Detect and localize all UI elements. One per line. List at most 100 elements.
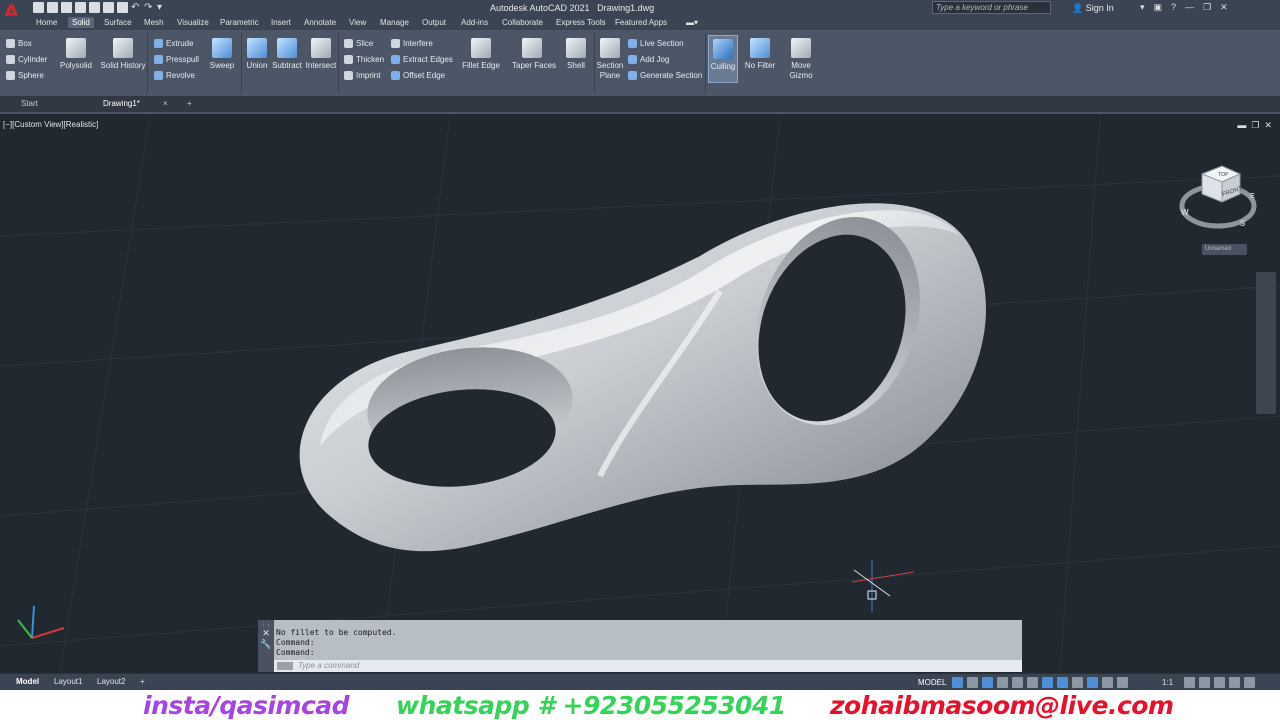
polysolid-button[interactable]: Polysolid <box>58 38 94 70</box>
viewport-controls-label[interactable]: [−][Custom View][Realistic] <box>3 120 98 129</box>
presspull-button[interactable]: Presspull <box>154 55 199 64</box>
tab-featured-apps[interactable]: Featured Apps <box>611 17 671 28</box>
undo-icon[interactable]: ↶ <box>131 2 141 13</box>
tab-layout2[interactable]: Layout2 <box>97 677 125 686</box>
live-section-button[interactable]: Live Section <box>628 39 684 48</box>
intersect-button[interactable]: Intersect <box>304 38 338 70</box>
tab-visualize[interactable]: Visualize <box>173 17 213 28</box>
customize-qat-icon[interactable]: ▾ <box>157 2 167 13</box>
culling-button[interactable]: Culling <box>708 35 738 83</box>
model-space-button[interactable]: MODEL <box>918 678 946 687</box>
new-tab-button[interactable]: + <box>187 99 192 108</box>
tab-insert[interactable]: Insert <box>267 17 295 28</box>
tab-layout1[interactable]: Layout1 <box>54 677 82 686</box>
close-command-line-icon[interactable]: ✕ <box>258 628 274 639</box>
annotation-scale[interactable]: 1:1 <box>1162 678 1173 687</box>
save-icon[interactable] <box>61 2 72 13</box>
clean-screen-icon[interactable] <box>1229 677 1240 688</box>
isolate-objects-icon[interactable] <box>1214 677 1225 688</box>
viewport-close-icon[interactable]: ✕ <box>1264 120 1272 131</box>
imprint-button[interactable]: Imprint <box>344 71 380 80</box>
ribbon-options-icon[interactable]: ▬▾ <box>682 17 702 28</box>
polar-icon[interactable] <box>997 677 1008 688</box>
sphere-button[interactable]: Sphere <box>6 71 44 80</box>
tab-start[interactable]: Start <box>21 99 38 108</box>
new-file-icon[interactable] <box>33 2 44 13</box>
osnap-tracking-icon[interactable] <box>1027 677 1038 688</box>
3d-osnap-icon[interactable] <box>1057 677 1068 688</box>
close-icon[interactable]: ✕ <box>1220 2 1228 13</box>
no-filter-button[interactable]: No Filter <box>743 38 777 70</box>
section-plane-button[interactable]: Section Plane <box>596 38 624 81</box>
close-tab-icon[interactable]: × <box>163 99 168 108</box>
tab-surface[interactable]: Surface <box>100 17 136 28</box>
tab-mesh[interactable]: Mesh <box>140 17 168 28</box>
compass-west[interactable]: W <box>1181 208 1189 217</box>
slice-button[interactable]: Slice <box>344 39 373 48</box>
tab-solid[interactable]: Solid <box>68 17 94 28</box>
restore-icon[interactable]: ❐ <box>1203 2 1211 13</box>
tab-express-tools[interactable]: Express Tools <box>552 17 610 28</box>
tab-output[interactable]: Output <box>418 17 450 28</box>
grid-icon[interactable] <box>952 677 963 688</box>
tab-annotate[interactable]: Annotate <box>300 17 340 28</box>
minimize-icon[interactable]: — <box>1185 2 1194 13</box>
revolve-button[interactable]: Revolve <box>154 71 195 80</box>
osnap-icon[interactable] <box>1042 677 1053 688</box>
solid-history-button[interactable]: Solid History <box>98 38 148 70</box>
tab-drawing1[interactable]: Drawing1* <box>103 99 140 108</box>
add-layout-button[interactable]: + <box>140 677 145 686</box>
shell-button[interactable]: Shell <box>562 38 590 70</box>
tab-model[interactable]: Model <box>16 677 39 686</box>
help-icon[interactable]: ? <box>1171 2 1176 13</box>
viewcube-top-face[interactable]: TOP <box>1218 172 1229 178</box>
save-web-icon[interactable] <box>103 2 114 13</box>
dynamic-ucs-icon[interactable] <box>1072 677 1083 688</box>
isodraft-icon[interactable] <box>1012 677 1023 688</box>
add-jog-button[interactable]: Add Jog <box>628 55 669 64</box>
redo-icon[interactable]: ↷ <box>144 2 154 13</box>
customize-wrench-icon[interactable]: 🔧 <box>258 639 274 650</box>
annotation-visibility-icon[interactable] <box>1117 677 1128 688</box>
fillet-edge-button[interactable]: Fillet Edge <box>461 38 501 70</box>
viewcube[interactable]: TOP FRONT W S E <box>1178 160 1258 240</box>
tab-manage[interactable]: Manage <box>376 17 413 28</box>
tab-home[interactable]: Home <box>32 17 61 28</box>
open-web-icon[interactable] <box>89 2 100 13</box>
interfere-button[interactable]: Interfere <box>391 39 433 48</box>
box-button[interactable]: Box <box>6 39 32 48</box>
plot-icon[interactable] <box>117 2 128 13</box>
compass-east[interactable]: E <box>1250 193 1255 200</box>
customization-icon[interactable] <box>1244 677 1255 688</box>
offset-edge-button[interactable]: Offset Edge <box>391 71 445 80</box>
command-input[interactable]: Type a command <box>274 660 1022 672</box>
viewport-restore-icon[interactable]: ❐ <box>1251 120 1259 131</box>
extrude-button[interactable]: Extrude <box>154 39 194 48</box>
snap-icon[interactable] <box>967 677 978 688</box>
ucs-menu[interactable]: Unnamed <box>1202 244 1247 255</box>
search-input[interactable]: Type a keyword or phrase <box>932 1 1051 14</box>
autodesk-app-store-icon[interactable]: ▣ <box>1154 2 1163 13</box>
generate-section-button[interactable]: Generate Section <box>628 71 702 80</box>
gear-icon[interactable] <box>1184 677 1195 688</box>
add-icon[interactable] <box>1199 677 1210 688</box>
tab-view[interactable]: View <box>345 17 370 28</box>
subtract-button[interactable]: Subtract <box>271 38 303 70</box>
gizmo-icon[interactable] <box>1102 677 1113 688</box>
sweep-button[interactable]: Sweep <box>208 38 236 70</box>
tab-parametric[interactable]: Parametric <box>216 17 263 28</box>
viewport-minimize-icon[interactable]: ▬ <box>1237 120 1246 131</box>
extract-edges-button[interactable]: Extract Edges <box>391 55 453 64</box>
tab-collaborate[interactable]: Collaborate <box>498 17 547 28</box>
union-button[interactable]: Union <box>244 38 270 70</box>
navigation-bar[interactable] <box>1256 272 1276 414</box>
tab-add-ins[interactable]: Add-ins <box>457 17 492 28</box>
taper-faces-button[interactable]: Taper Faces <box>512 38 556 70</box>
recent-commands-icon[interactable] <box>277 662 293 670</box>
save-as-icon[interactable] <box>75 2 86 13</box>
cart-icon[interactable]: ▾ <box>1140 2 1145 13</box>
selection-filter-icon[interactable] <box>1087 677 1098 688</box>
compass-south[interactable]: S <box>1240 219 1246 228</box>
move-gizmo-button[interactable]: Move Gizmo <box>785 38 817 81</box>
figure-eight-solid[interactable] <box>299 194 986 552</box>
